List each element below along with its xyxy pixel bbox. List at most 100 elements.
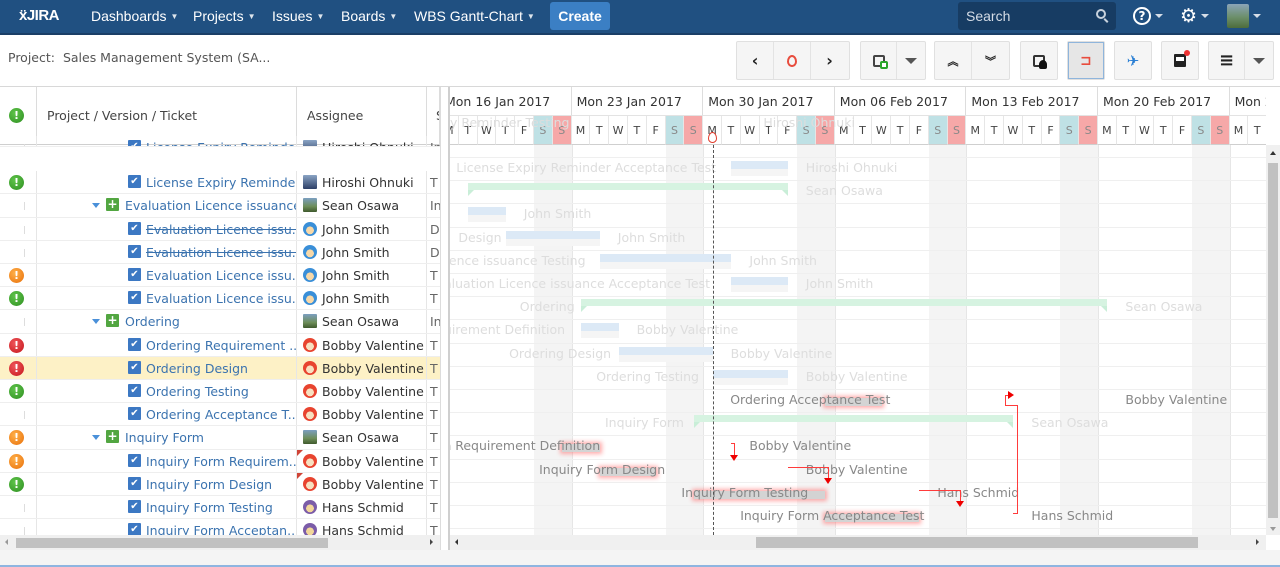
epic-title[interactable]: Inquiry Form xyxy=(125,430,204,445)
ticket-row[interactable]: ✔ Inquiry Form Acceptan... Hans Schmid T xyxy=(0,519,440,535)
nav-projects[interactable]: Projects ▼ xyxy=(193,8,256,24)
assignee-cell[interactable]: Sean Osawa xyxy=(297,310,427,333)
ticket-title[interactable]: Ordering Acceptance T... xyxy=(146,407,296,422)
grid-horizontal-scrollbar[interactable] xyxy=(0,535,440,550)
ticket-title[interactable]: License Expiry Reminde... xyxy=(146,175,296,190)
ticket-row[interactable]: ✔ License Expiry Reminde... Hiroshi Ohnuki… xyxy=(0,136,440,147)
task-bar[interactable] xyxy=(731,161,789,176)
help-icon[interactable]: ? xyxy=(1133,7,1151,25)
task-bar[interactable] xyxy=(468,207,506,223)
ticket-row[interactable]: ! ✔ Evaluation Licence issu... John Smith T xyxy=(0,264,440,288)
scroll-up-icon[interactable] xyxy=(1270,151,1276,155)
assignee-cell[interactable]: John Smith xyxy=(297,264,427,287)
epic-title[interactable]: Ordering xyxy=(125,314,180,329)
resource-button[interactable] xyxy=(1021,42,1057,79)
assignee-cell[interactable]: Sean Osawa xyxy=(297,426,427,449)
previous-button[interactable]: ‹ xyxy=(737,42,774,79)
ticket-title[interactable]: Evaluation Licence issu... xyxy=(146,268,296,283)
ticket-title[interactable]: Ordering Testing xyxy=(146,384,249,399)
scroll-left-icon[interactable] xyxy=(455,539,458,545)
assignee-cell[interactable]: Hans Schmid xyxy=(297,496,427,519)
assignee-cell[interactable]: Bobby Valentine xyxy=(297,472,427,495)
jira-logo[interactable]: ẍJIRA xyxy=(19,7,60,24)
ticket-row[interactable]: ! ✔ Inquiry Form Requirem... Bobby Valentin… xyxy=(0,449,440,473)
nav-dashboards[interactable]: Dashboards ▼ xyxy=(91,8,178,24)
baseline-dropdown[interactable] xyxy=(897,42,925,79)
user-avatar[interactable] xyxy=(1227,4,1249,28)
next-button[interactable]: › xyxy=(811,42,848,79)
assignee-cell[interactable]: Bobby Valentine xyxy=(297,449,427,472)
task-bar[interactable] xyxy=(957,509,1013,517)
collapse-toggle-icon[interactable] xyxy=(92,435,100,441)
ticket-row[interactable]: ✔ Ordering Acceptance T... Bobby Valentine… xyxy=(0,403,440,427)
assignee-cell[interactable]: Hiroshi Ohnuki xyxy=(297,171,427,194)
scroll-right-icon[interactable] xyxy=(1256,539,1259,545)
save-button[interactable] xyxy=(1162,42,1198,79)
collapse-toggle-icon[interactable] xyxy=(92,203,100,209)
task-bar[interactable] xyxy=(505,230,600,246)
share-button[interactable]: ✈ xyxy=(1115,42,1151,79)
task-bar[interactable] xyxy=(581,323,619,339)
expand-all-button[interactable]: ︾ xyxy=(972,42,1009,79)
ticket-row[interactable]: ! ✔ Ordering Testing Bobby Valentine T xyxy=(0,380,440,404)
task-bar[interactable] xyxy=(825,486,919,494)
create-button[interactable]: Create xyxy=(550,2,610,30)
gear-icon[interactable]: ⚙ xyxy=(1180,5,1197,27)
nav-issues[interactable]: Issues ▼ xyxy=(272,8,324,24)
ticket-title[interactable]: Evaluation Licence issu... xyxy=(146,291,296,306)
today-marker-icon[interactable] xyxy=(708,132,718,143)
task-bar[interactable] xyxy=(712,369,788,385)
summary-bar[interactable] xyxy=(581,299,1108,313)
scroll-right-icon[interactable] xyxy=(430,539,433,545)
baseline-button[interactable] xyxy=(861,42,897,79)
scroll-down-icon[interactable] xyxy=(1270,527,1276,531)
task-bar[interactable] xyxy=(731,463,787,471)
epic-title[interactable]: Evaluation Licence issuance xyxy=(125,198,296,213)
ticket-title[interactable]: Ordering Design xyxy=(146,361,248,376)
task-bar[interactable] xyxy=(731,277,789,292)
assignee-cell[interactable]: Sean Osawa xyxy=(297,194,427,217)
collapse-all-button[interactable]: ︽ xyxy=(935,42,972,79)
search-input[interactable]: Search xyxy=(958,2,1116,30)
ticket-title[interactable]: Evaluation Licence issu... xyxy=(146,245,296,260)
ticket-row[interactable]: ! ✔ Ordering Requirement ... Bobby Valentin… xyxy=(0,333,440,357)
nav-boards[interactable]: Boards ▼ xyxy=(341,8,397,24)
scrollbar-thumb[interactable] xyxy=(16,538,328,548)
menu-dropdown[interactable] xyxy=(1245,42,1273,79)
assignee-cell[interactable]: Bobby Valentine xyxy=(297,333,427,356)
assignee-cell[interactable]: Hans Schmid xyxy=(297,519,427,535)
menu-button[interactable]: ≡ xyxy=(1209,42,1245,79)
ticket-title[interactable]: Evaluation Licence issu... xyxy=(146,222,296,237)
pane-splitter[interactable] xyxy=(440,87,450,550)
ticket-row[interactable]: ! ✔ Inquiry Form Design Bobby Valentine T xyxy=(0,472,440,496)
assignee-cell[interactable]: Hiroshi Ohnuki xyxy=(297,136,427,146)
gantt-vertical-scrollbar[interactable] xyxy=(1266,145,1280,535)
ticket-title[interactable]: Inquiry Form Requirem... xyxy=(146,454,296,469)
summary-bar[interactable] xyxy=(693,415,1014,429)
ticket-row[interactable]: ✔ Evaluation Licence issu... John Smith D xyxy=(0,217,440,241)
scrollbar-thumb[interactable] xyxy=(756,537,1198,548)
critical-path-button[interactable]: ⊐ xyxy=(1068,42,1104,79)
nav-wbs-gantt-chart[interactable]: WBS Gantt-Chart ▼ xyxy=(414,8,535,24)
ticket-row[interactable]: ! ✔ License Expiry Reminde... Hiroshi Ohnuk… xyxy=(0,171,440,195)
task-bar[interactable] xyxy=(1013,393,1107,401)
assignee-cell[interactable]: John Smith xyxy=(297,217,427,240)
scrollbar-thumb[interactable] xyxy=(1268,163,1278,518)
ticket-title[interactable]: Ordering Requirement ... xyxy=(146,338,296,353)
project-selector[interactable]: Project: Sales Management System (SA... xyxy=(8,50,270,65)
task-bar[interactable] xyxy=(618,346,713,362)
ticket-title[interactable]: Inquiry Form Acceptan... xyxy=(146,523,296,535)
today-button[interactable] xyxy=(774,42,811,79)
assignee-cell[interactable]: John Smith xyxy=(297,287,427,310)
collapse-toggle-icon[interactable] xyxy=(92,319,100,325)
summary-bar[interactable] xyxy=(468,183,788,197)
ticket-row[interactable]: ! ✔ Ordering Design Bobby Valentine T xyxy=(0,356,440,380)
ticket-row[interactable]: ✔ Evaluation Licence issu... John Smith D xyxy=(0,240,440,264)
assignee-cell[interactable]: John Smith xyxy=(297,240,427,263)
epic-row[interactable]: + Evaluation Licence issuance Sean Osawa In xyxy=(0,194,440,218)
assignee-cell[interactable]: Bobby Valentine xyxy=(297,403,427,426)
ticket-row[interactable]: ! ✔ Evaluation Licence issu... John Smith T xyxy=(0,287,440,311)
ticket-title[interactable]: Inquiry Form Design xyxy=(146,477,272,492)
epic-row[interactable]: ! + Inquiry Form Sean Osawa T xyxy=(0,426,440,450)
ticket-title[interactable]: Inquiry Form Testing xyxy=(146,500,273,515)
